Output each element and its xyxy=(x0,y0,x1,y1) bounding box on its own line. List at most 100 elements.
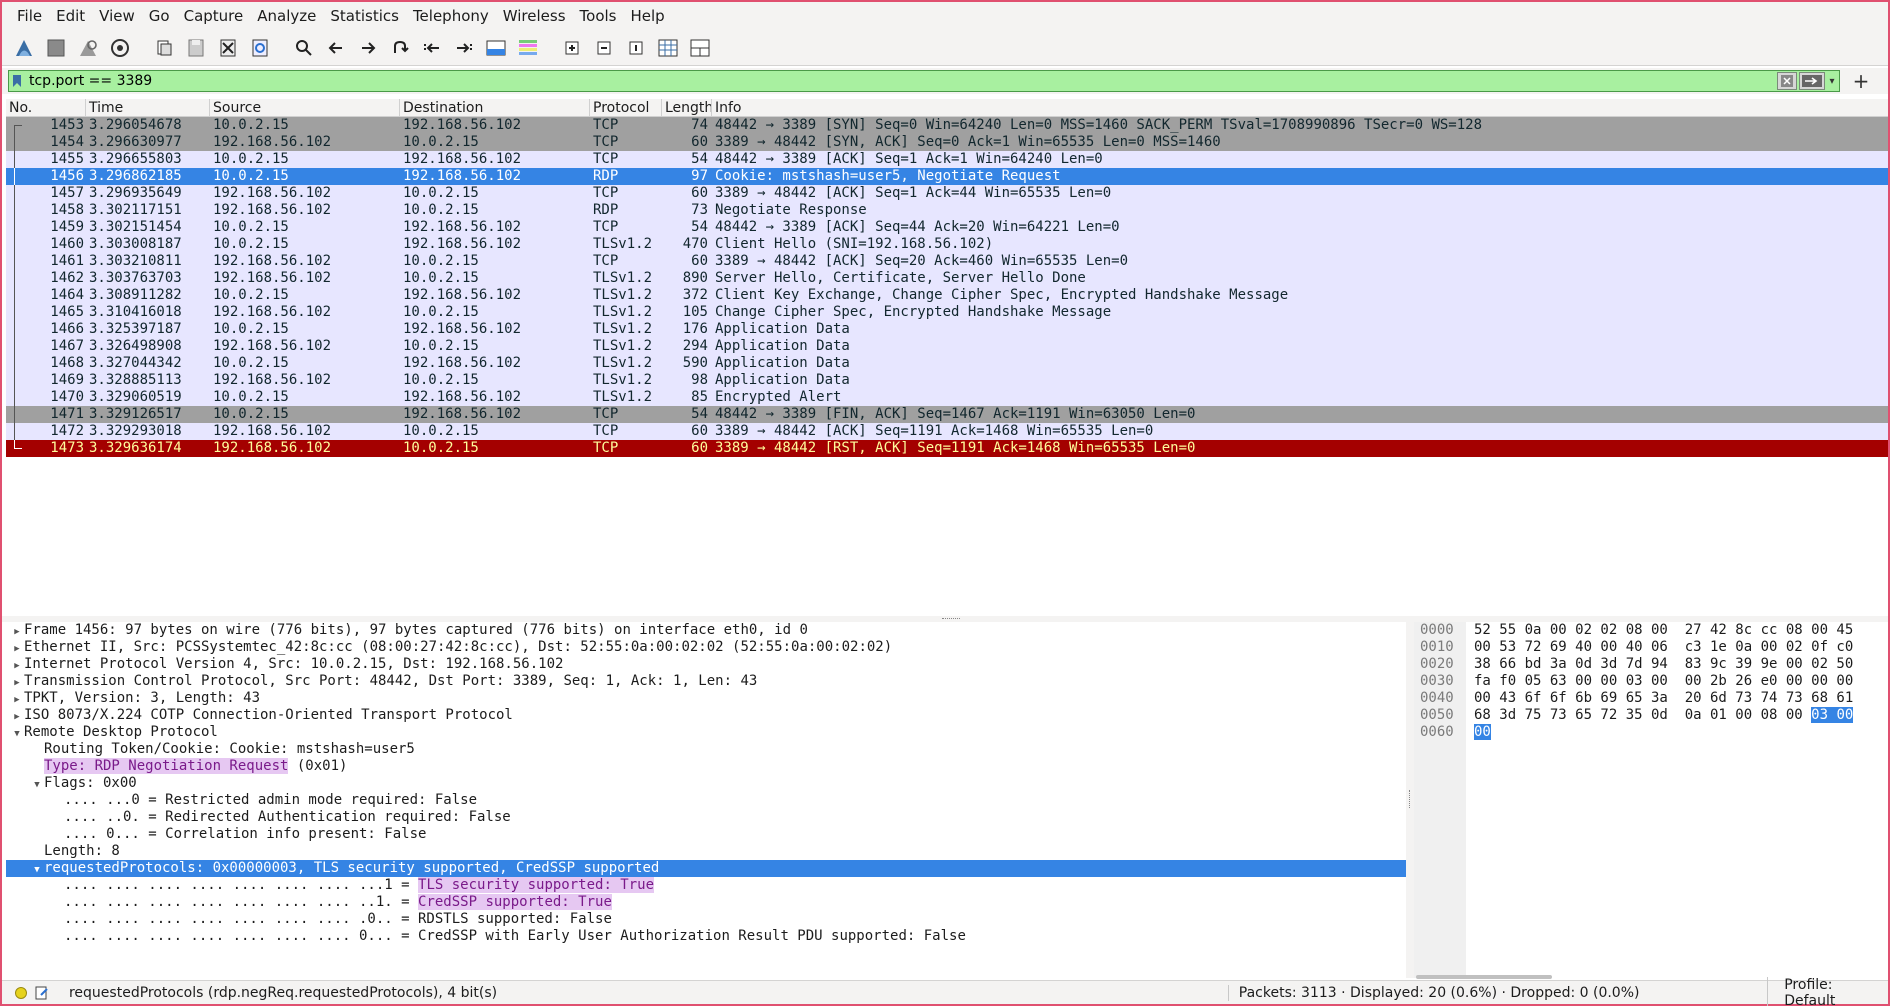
zoom-out-icon[interactable] xyxy=(590,34,618,62)
stop-icon[interactable] xyxy=(42,34,70,62)
capture-comment-icon[interactable] xyxy=(35,986,49,1000)
hex-row[interactable]: fa f0 05 63 00 00 03 00 00 2b 26 e0 00 0… xyxy=(1474,673,1853,690)
last-packet-icon[interactable] xyxy=(450,34,478,62)
packet-row[interactable]: 1470 3.329060519 10.0.2.15 192.168.56.102 TL… xyxy=(6,389,1888,406)
column-header-no[interactable]: No. xyxy=(6,99,86,116)
capture-options-icon[interactable] xyxy=(106,34,134,62)
go-to-packet-icon[interactable] xyxy=(386,34,414,62)
zoom-in-icon[interactable] xyxy=(558,34,586,62)
packet-row[interactable]: 1460 3.303008187 10.0.2.15 192.168.56.102 TL… xyxy=(6,236,1888,253)
tree-row-type[interactable]: Type: RDP Negotiation Request (0x01) xyxy=(6,758,1406,775)
bookmark-icon[interactable] xyxy=(9,71,25,91)
forward-icon[interactable] xyxy=(354,34,382,62)
menu-telephony[interactable]: Telephony xyxy=(406,2,496,30)
packet-protocol: TLSv1.2 xyxy=(593,270,653,286)
hex-row[interactable]: 00 xyxy=(1474,724,1853,741)
packet-row[interactable]: 1468 3.327044342 10.0.2.15 192.168.56.102 TL… xyxy=(6,355,1888,372)
menu-go[interactable]: Go xyxy=(142,2,177,30)
packet-row[interactable]: 1472 3.329293018 192.168.56.102 10.0.2.15 TC… xyxy=(6,423,1888,440)
menu-help[interactable]: Help xyxy=(623,2,671,30)
packet-row[interactable]: 1473 3.329636174 192.168.56.102 10.0.2.15 TC… xyxy=(6,440,1888,457)
hex-bytes[interactable]: 52 55 0a 00 02 02 08 00 27 42 8c cc 08 0… xyxy=(1474,622,1854,741)
tree-row-tpkt[interactable]: ▶ TPKT, Version: 3, Length: 43 xyxy=(6,690,1406,707)
packet-row[interactable]: 1456 3.296862185 10.0.2.15 192.168.56.102 RD… xyxy=(6,168,1888,185)
open-file-icon[interactable] xyxy=(150,34,178,62)
tree-row-tcp[interactable]: ▶ Transmission Control Protocol, Src Port… xyxy=(6,673,1406,690)
save-file-icon[interactable] xyxy=(182,34,210,62)
tree-row-flag-restricted-admin[interactable]: .... ...0 = Restricted admin mode requir… xyxy=(6,792,1406,809)
packet-row[interactable]: 1465 3.310416018 192.168.56.102 10.0.2.15 TL… xyxy=(6,304,1888,321)
status-profile[interactable]: Profile: Default xyxy=(1767,976,1888,1006)
column-header-info[interactable]: Info xyxy=(712,99,1888,116)
tree-row-flag-correlation[interactable]: .... 0... = Correlation info present: Fa… xyxy=(6,826,1406,843)
packet-no: 1458 xyxy=(50,202,84,218)
packet-row[interactable]: 1458 3.302117151 192.168.56.102 10.0.2.15 RD… xyxy=(6,202,1888,219)
hex-row[interactable]: 00 53 72 69 40 00 40 06 c3 1e 0a 00 02 0… xyxy=(1474,639,1853,656)
expert-info-led-icon[interactable] xyxy=(15,986,27,999)
reload-icon[interactable] xyxy=(246,34,274,62)
shark-fin-start-icon[interactable] xyxy=(10,34,38,62)
tree-row-rdp[interactable]: ▼ Remote Desktop Protocol xyxy=(6,724,1406,741)
column-header-source[interactable]: Source xyxy=(210,99,400,116)
tree-row-frame[interactable]: ▶ Frame 1456: 97 bytes on wire (776 bits)… xyxy=(6,622,1406,639)
display-filter-input[interactable] xyxy=(25,71,1775,91)
packet-row[interactable]: 1464 3.308911282 10.0.2.15 192.168.56.102 TL… xyxy=(6,287,1888,304)
scrollbar-thumb[interactable] xyxy=(1416,975,1552,979)
packet-row[interactable]: 1467 3.326498908 192.168.56.102 10.0.2.15 TL… xyxy=(6,338,1888,355)
tree-row-flag-redirected-auth[interactable]: .... ..0. = Redirected Authentication re… xyxy=(6,809,1406,826)
packet-row[interactable]: 1454 3.296630977 192.168.56.102 10.0.2.15 TC… xyxy=(6,134,1888,151)
tree-row-routing-token[interactable]: Routing Token/Cookie: Cookie: mstshash=u… xyxy=(6,741,1406,758)
first-packet-icon[interactable] xyxy=(418,34,446,62)
filter-history-dropdown-icon[interactable]: ▾ xyxy=(1825,76,1839,87)
hex-row[interactable]: 38 66 bd 3a 0d 3d 7d 94 83 9c 39 9e 00 0… xyxy=(1474,656,1853,673)
menu-analyze[interactable]: Analyze xyxy=(250,2,323,30)
tree-row-tls-supported[interactable]: .... .... .... .... .... .... .... ...1 … xyxy=(6,877,1406,894)
packet-row[interactable]: 1455 3.296655803 10.0.2.15 192.168.56.102 TC… xyxy=(6,151,1888,168)
find-icon[interactable] xyxy=(290,34,318,62)
details-hex-splitter[interactable] xyxy=(1406,622,1414,978)
hex-row[interactable]: 52 55 0a 00 02 02 08 00 27 42 8c cc 08 0… xyxy=(1474,622,1853,639)
column-header-destination[interactable]: Destination xyxy=(400,99,590,116)
tree-row-flags[interactable]: ▼ Flags: 0x00 xyxy=(6,775,1406,792)
menu-edit[interactable]: Edit xyxy=(49,2,92,30)
packet-info: 3389 → 48442 [SYN, ACK] Seq=0 Ack=1 Win=… xyxy=(715,134,1221,150)
hex-row[interactable]: 00 43 6f 6f 6b 69 65 3a 20 6d 73 74 73 6… xyxy=(1474,690,1853,707)
normal-size-icon[interactable] xyxy=(622,34,650,62)
tree-row-ethernet[interactable]: ▶ Ethernet II, Src: PCSSystemtec_42:8c:cc… xyxy=(6,639,1406,656)
column-header-time[interactable]: Time xyxy=(86,99,210,116)
tree-row-credssp-supported[interactable]: .... .... .... .... .... .... .... ..1. … xyxy=(6,894,1406,911)
add-filter-button-icon[interactable]: + xyxy=(1848,69,1874,93)
close-file-icon[interactable] xyxy=(214,34,242,62)
tree-row-rdstls-supported[interactable]: .... .... .... .... .... .... .... .0.. … xyxy=(6,911,1406,928)
packet-row[interactable]: 1461 3.303210811 192.168.56.102 10.0.2.15 TC… xyxy=(6,253,1888,270)
autoscroll-icon[interactable] xyxy=(482,34,510,62)
packet-row[interactable]: 1469 3.328885113 192.168.56.102 10.0.2.15 TL… xyxy=(6,372,1888,389)
menu-statistics[interactable]: Statistics xyxy=(323,2,406,30)
menu-capture[interactable]: Capture xyxy=(177,2,251,30)
packet-row[interactable]: 1457 3.296935649 192.168.56.102 10.0.2.15 TC… xyxy=(6,185,1888,202)
column-header-length[interactable]: Length xyxy=(662,99,712,116)
packet-row[interactable]: 1466 3.325397187 10.0.2.15 192.168.56.102 TL… xyxy=(6,321,1888,338)
menu-tools[interactable]: Tools xyxy=(573,2,624,30)
layout-icon[interactable] xyxy=(686,34,714,62)
packet-row[interactable]: 1462 3.303763703 192.168.56.102 10.0.2.15 TL… xyxy=(6,270,1888,287)
colorize-icon[interactable] xyxy=(514,34,542,62)
tree-row-ip[interactable]: ▶ Internet Protocol Version 4, Src: 10.0.… xyxy=(6,656,1406,673)
packet-row[interactable]: 1453 3.296054678 10.0.2.15 192.168.56.102 TC… xyxy=(6,117,1888,134)
packet-row[interactable]: 1471 3.329126517 10.0.2.15 192.168.56.102 TC… xyxy=(6,406,1888,423)
tree-row-requested-protocols[interactable]: ▼ requestedProtocols: 0x00000003, TLS sec… xyxy=(6,860,1406,877)
menu-view[interactable]: View xyxy=(92,2,142,30)
menu-wireless[interactable]: Wireless xyxy=(496,2,573,30)
clear-filter-icon[interactable] xyxy=(1777,72,1797,90)
restart-icon[interactable] xyxy=(74,34,102,62)
packet-row[interactable]: 1459 3.302151454 10.0.2.15 192.168.56.102 TC… xyxy=(6,219,1888,236)
hex-row[interactable]: 68 3d 75 73 65 72 35 0d 0a 01 00 08 00 0… xyxy=(1474,707,1854,724)
column-header-protocol[interactable]: Protocol xyxy=(590,99,662,116)
menu-file[interactable]: File xyxy=(10,2,49,30)
tree-row-cotp[interactable]: ▶ ISO 8073/X.224 COTP Connection-Oriented… xyxy=(6,707,1406,724)
resize-columns-icon[interactable] xyxy=(654,34,682,62)
tree-row-credssp-early-auth[interactable]: .... .... .... .... .... .... .... 0... … xyxy=(6,928,1406,945)
tree-row-length[interactable]: Length: 8 xyxy=(6,843,1406,860)
apply-filter-icon[interactable] xyxy=(1799,72,1825,90)
back-icon[interactable] xyxy=(322,34,350,62)
